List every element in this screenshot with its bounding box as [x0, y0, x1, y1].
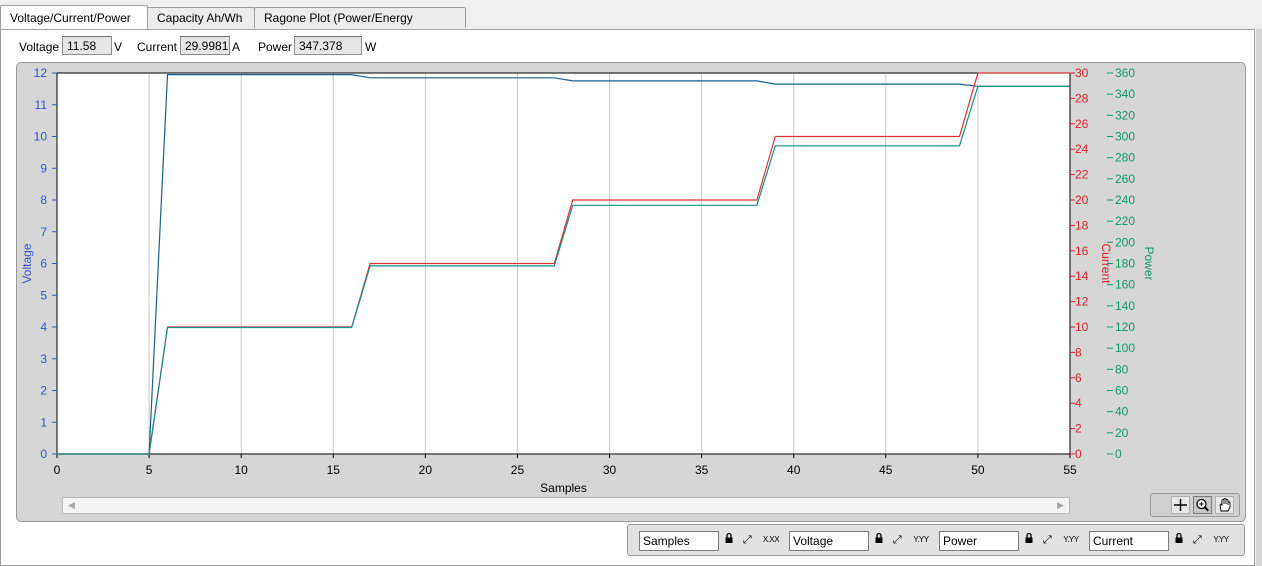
x-tick-label: 0	[54, 463, 61, 477]
x-tick-label: 55	[1063, 463, 1077, 477]
power-tick-label: 200	[1115, 235, 1135, 249]
current-tick-label: 6	[1075, 371, 1082, 385]
current-axis-name-field[interactable]: Current	[1089, 531, 1169, 551]
x-axis-label: Samples	[540, 481, 587, 495]
x-tick-label: 35	[695, 463, 709, 477]
hand-icon[interactable]	[1215, 496, 1234, 514]
power-tick-label: 140	[1115, 299, 1135, 313]
current-tick-label: 12	[1075, 295, 1089, 309]
power-tick-label: 360	[1115, 66, 1135, 80]
power-tick-label: 40	[1115, 405, 1129, 419]
voltage-autoscale-button[interactable]: ⤢	[886, 532, 908, 548]
x-axis-name-field[interactable]: Samples	[639, 531, 719, 551]
power-tick-label: 180	[1115, 257, 1135, 271]
x-tick-label: 30	[603, 463, 617, 477]
power-tick-label: 260	[1115, 172, 1135, 186]
power-autoscale-button[interactable]: ⤢	[1036, 532, 1058, 548]
power-axis-label: Power	[1142, 246, 1156, 280]
plot-area	[57, 73, 1070, 454]
voltage-tick-label: 12	[34, 66, 48, 80]
waveform-chart[interactable]: 0 5 10 15 20 25 30 35 40 45 50 55Samples01234567891…	[0, 0, 1262, 566]
power-tick-label: 240	[1115, 193, 1135, 207]
power-axis-name-field[interactable]: Power	[939, 531, 1019, 551]
current-tick-label: 10	[1075, 320, 1089, 334]
current-tick-label: 14	[1075, 269, 1089, 283]
current-tick-label: 16	[1075, 244, 1089, 258]
voltage-tick-label: 5	[40, 288, 47, 302]
voltage-tick-label: 1	[40, 415, 47, 429]
current-format-button[interactable]: Y.YY	[1210, 532, 1232, 548]
x-tick-label: 10	[235, 463, 249, 477]
lock-icon[interactable]	[873, 532, 885, 548]
voltage-tick-label: 9	[40, 161, 47, 175]
x-tick-label: 5	[146, 463, 153, 477]
voltage-tick-label: 3	[40, 352, 47, 366]
voltage-tick-label: 4	[40, 320, 47, 334]
current-autoscale-button[interactable]: ⤢	[1186, 532, 1208, 548]
power-tick-label: 280	[1115, 151, 1135, 165]
x-tick-label: 25	[511, 463, 525, 477]
current-tick-label: 8	[1075, 345, 1082, 359]
voltage-tick-label: 8	[40, 193, 47, 207]
power-tick-label: 320	[1115, 108, 1135, 122]
power-tick-label: 160	[1115, 278, 1135, 292]
current-tick-label: 4	[1075, 396, 1082, 410]
current-tick-label: 30	[1075, 66, 1089, 80]
power-format-button[interactable]: Y.YY	[1060, 532, 1082, 548]
power-tick-label: 60	[1115, 384, 1129, 398]
scroll-right-arrow[interactable]: ▶	[1053, 498, 1068, 513]
current-tick-label: 0	[1075, 447, 1082, 461]
current-tick-label: 24	[1075, 142, 1089, 156]
voltage-axis-name-field[interactable]: Voltage	[789, 531, 869, 551]
power-tick-label: 20	[1115, 426, 1129, 440]
voltage-tick-label: 10	[34, 130, 48, 144]
power-tick-label: 80	[1115, 362, 1129, 376]
current-tick-label: 20	[1075, 193, 1089, 207]
current-tick-label: 22	[1075, 168, 1089, 182]
x-tick-label: 50	[971, 463, 985, 477]
zoom-icon[interactable]	[1193, 496, 1212, 514]
voltage-tick-label: 11	[35, 98, 48, 112]
current-tick-label: 2	[1075, 422, 1082, 436]
graph-palette	[1150, 493, 1240, 517]
x-tick-label: 45	[879, 463, 893, 477]
voltage-tick-label: 6	[40, 257, 47, 271]
x-tick-label: 40	[787, 463, 801, 477]
voltage-axis-label: Voltage	[20, 243, 34, 283]
lock-icon[interactable]	[723, 532, 735, 548]
current-tick-label: 18	[1075, 218, 1089, 232]
tab-voltage-current-power[interactable]: Voltage/Current/Power	[0, 5, 148, 29]
voltage-tick-label: 0	[40, 447, 47, 461]
voltage-format-button[interactable]: Y.YY	[910, 532, 932, 548]
voltage-tick-label: 7	[40, 225, 47, 239]
current-tick-label: 26	[1075, 117, 1089, 131]
power-tick-label: 100	[1115, 341, 1135, 355]
power-tick-label: 340	[1115, 87, 1135, 101]
power-tick-label: 120	[1115, 320, 1135, 334]
power-tick-label: 0	[1115, 447, 1122, 461]
power-tick-label: 300	[1115, 130, 1135, 144]
scroll-left-arrow[interactable]: ◀	[64, 498, 79, 513]
x-tick-label: 20	[419, 463, 433, 477]
lock-icon[interactable]	[1023, 532, 1035, 548]
x-scrollbar[interactable]: ◀ ▶	[62, 497, 1070, 514]
x-autoscale-button[interactable]: ⤢	[736, 532, 758, 548]
x-format-button[interactable]: X.XX	[760, 532, 782, 548]
crosshair-icon[interactable]	[1171, 496, 1190, 514]
current-tick-label: 28	[1075, 91, 1089, 105]
power-tick-label: 220	[1115, 214, 1135, 228]
x-tick-label: 15	[327, 463, 341, 477]
lock-icon[interactable]	[1173, 532, 1185, 548]
voltage-tick-label: 2	[40, 384, 47, 398]
scale-legend: Samples ⤢ X.XX Voltage ⤢ Y.YY Power ⤢ Y.…	[627, 524, 1245, 556]
